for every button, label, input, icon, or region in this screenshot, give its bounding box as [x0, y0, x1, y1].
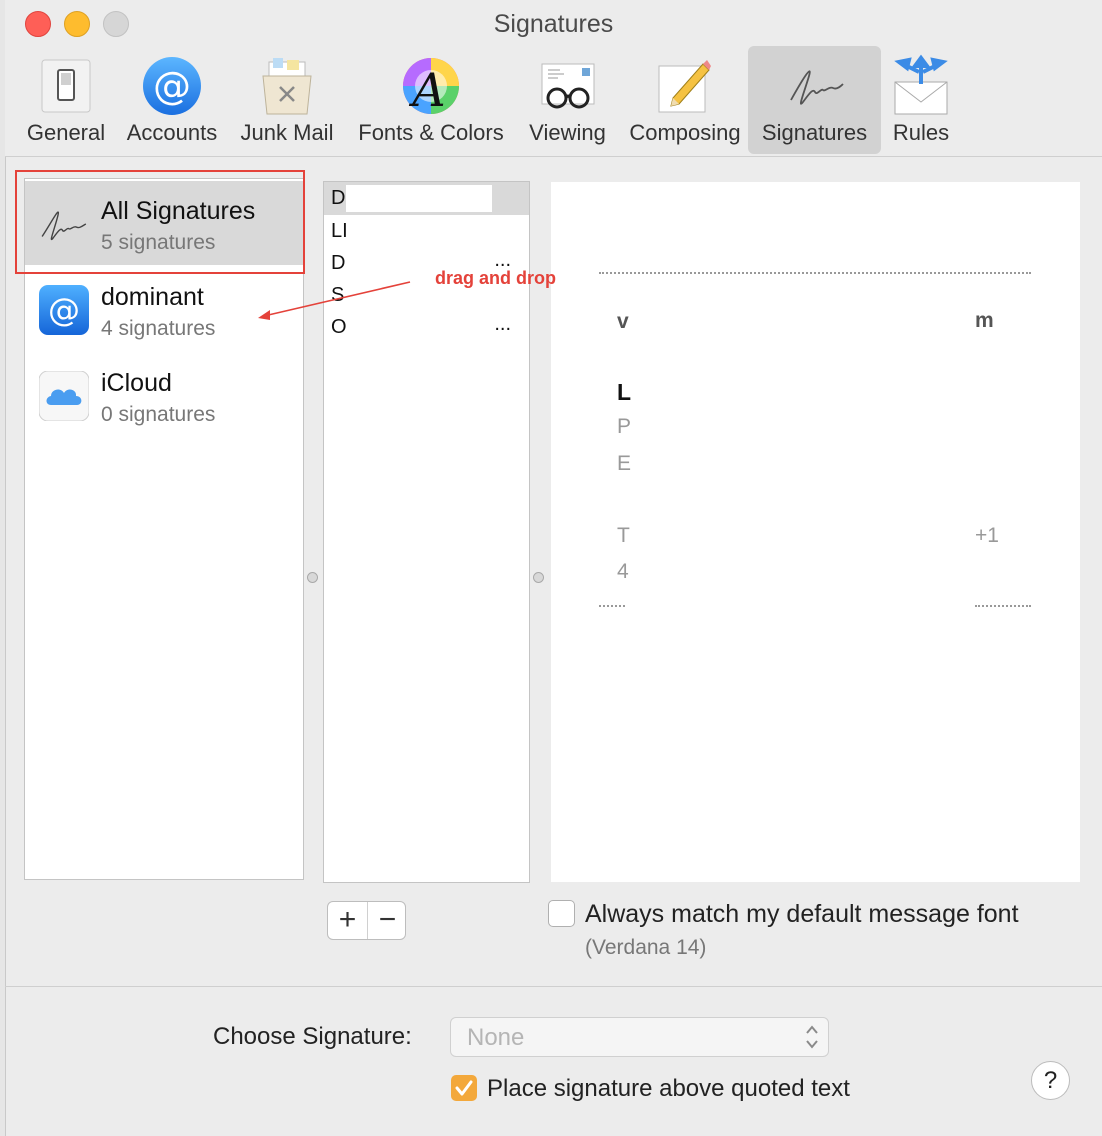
tab-fonts-colors[interactable]: A Fonts & Colors — [347, 46, 515, 154]
tab-label: Junk Mail — [240, 120, 334, 145]
rules-envelope-icon — [894, 54, 948, 115]
tab-viewing[interactable]: Viewing — [515, 46, 620, 154]
font-color-wheel-icon: A — [403, 58, 459, 117]
annotation-arrow — [258, 281, 411, 320]
preview-text: T — [617, 524, 630, 547]
at-sign-icon: @ — [39, 285, 89, 335]
tab-label: Composing — [629, 120, 741, 145]
preview-text: 4 — [617, 560, 629, 583]
place-above-checkbox[interactable] — [451, 1075, 477, 1101]
window-title: Signatures — [493, 10, 614, 38]
preview-text: P — [617, 415, 632, 438]
match-font-checkbox[interactable] — [548, 900, 575, 927]
remove-signature-button[interactable]: − — [368, 902, 407, 939]
annotation-label: drag and drop — [435, 268, 556, 288]
background-window-edge — [0, 0, 6, 1136]
account-signature-count: 4 signatures — [101, 317, 216, 340]
preview-separator — [599, 272, 1031, 274]
tab-label: Fonts & Colors — [358, 120, 504, 145]
redaction-block — [346, 185, 492, 212]
tab-label: Accounts — [126, 120, 218, 145]
split-view-divider-handle[interactable] — [533, 572, 544, 583]
tab-signatures[interactable]: Signatures — [748, 46, 881, 154]
pencil-paper-icon — [658, 60, 711, 113]
signature-preview[interactable]: v m L P E T +1 4 — [551, 182, 1080, 882]
signature-ellipsis: ... — [494, 313, 511, 335]
tab-composing[interactable]: Composing — [620, 46, 750, 154]
choose-signature-select[interactable]: None — [450, 1017, 829, 1057]
signature-item[interactable]: D — [324, 182, 529, 215]
tab-label: Rules — [892, 120, 950, 145]
tab-junk-mail[interactable]: Junk Mail — [231, 46, 343, 154]
tab-label: Signatures — [761, 120, 868, 145]
svg-text:@: @ — [153, 64, 191, 108]
tab-accounts[interactable]: @ Accounts — [116, 46, 228, 154]
account-signature-count: 0 signatures — [101, 403, 216, 426]
match-font-label: Always match my default message font — [585, 900, 1019, 928]
split-view-divider-handle[interactable] — [307, 572, 318, 583]
preview-text: m — [975, 309, 994, 332]
tab-rules[interactable]: Rules — [881, 46, 961, 154]
choose-signature-value: None — [467, 1024, 525, 1051]
tab-label: Viewing — [529, 120, 606, 145]
place-above-label: Place signature above quoted text — [487, 1075, 850, 1102]
preview-text: L — [617, 379, 632, 405]
add-signature-button[interactable]: + — [328, 902, 368, 939]
signature-item[interactable]: LI — [324, 215, 529, 248]
glasses-icon — [541, 63, 594, 109]
junk-bin-icon — [262, 58, 312, 115]
general-switch-icon — [41, 59, 91, 113]
tab-label: General — [26, 120, 106, 145]
at-sign-icon: @ — [143, 57, 201, 115]
svg-text:A: A — [408, 63, 445, 117]
checkmark-icon — [455, 1080, 473, 1096]
account-name: dominant — [101, 283, 204, 311]
icloud-icon — [39, 371, 89, 421]
chevron-up-down-icon — [806, 1025, 818, 1049]
signature-name: D — [331, 187, 346, 209]
account-item-icloud[interactable]: iCloud 0 signatures — [25, 353, 303, 437]
default-font-hint: (Verdana 14) — [585, 936, 707, 959]
help-button[interactable]: ? — [1031, 1061, 1070, 1100]
section-divider — [5, 986, 1102, 987]
account-name: iCloud — [101, 369, 172, 397]
signature-icon — [789, 70, 844, 105]
preview-separator — [599, 605, 625, 607]
preview-text: E — [617, 452, 632, 475]
preview-text: v — [617, 310, 629, 333]
toolbar: Signatures General @ Accounts Junk Mail — [5, 0, 1102, 157]
add-remove-buttons: + − — [327, 901, 406, 940]
svg-text:@: @ — [48, 291, 80, 329]
preview-separator — [975, 605, 1031, 607]
choose-signature-label: Choose Signature: — [213, 1023, 412, 1050]
annotation-highlight-box — [15, 170, 305, 274]
signature-name: LI — [331, 220, 348, 242]
preview-text: +1 — [975, 524, 999, 547]
tab-general[interactable]: General — [16, 46, 116, 154]
